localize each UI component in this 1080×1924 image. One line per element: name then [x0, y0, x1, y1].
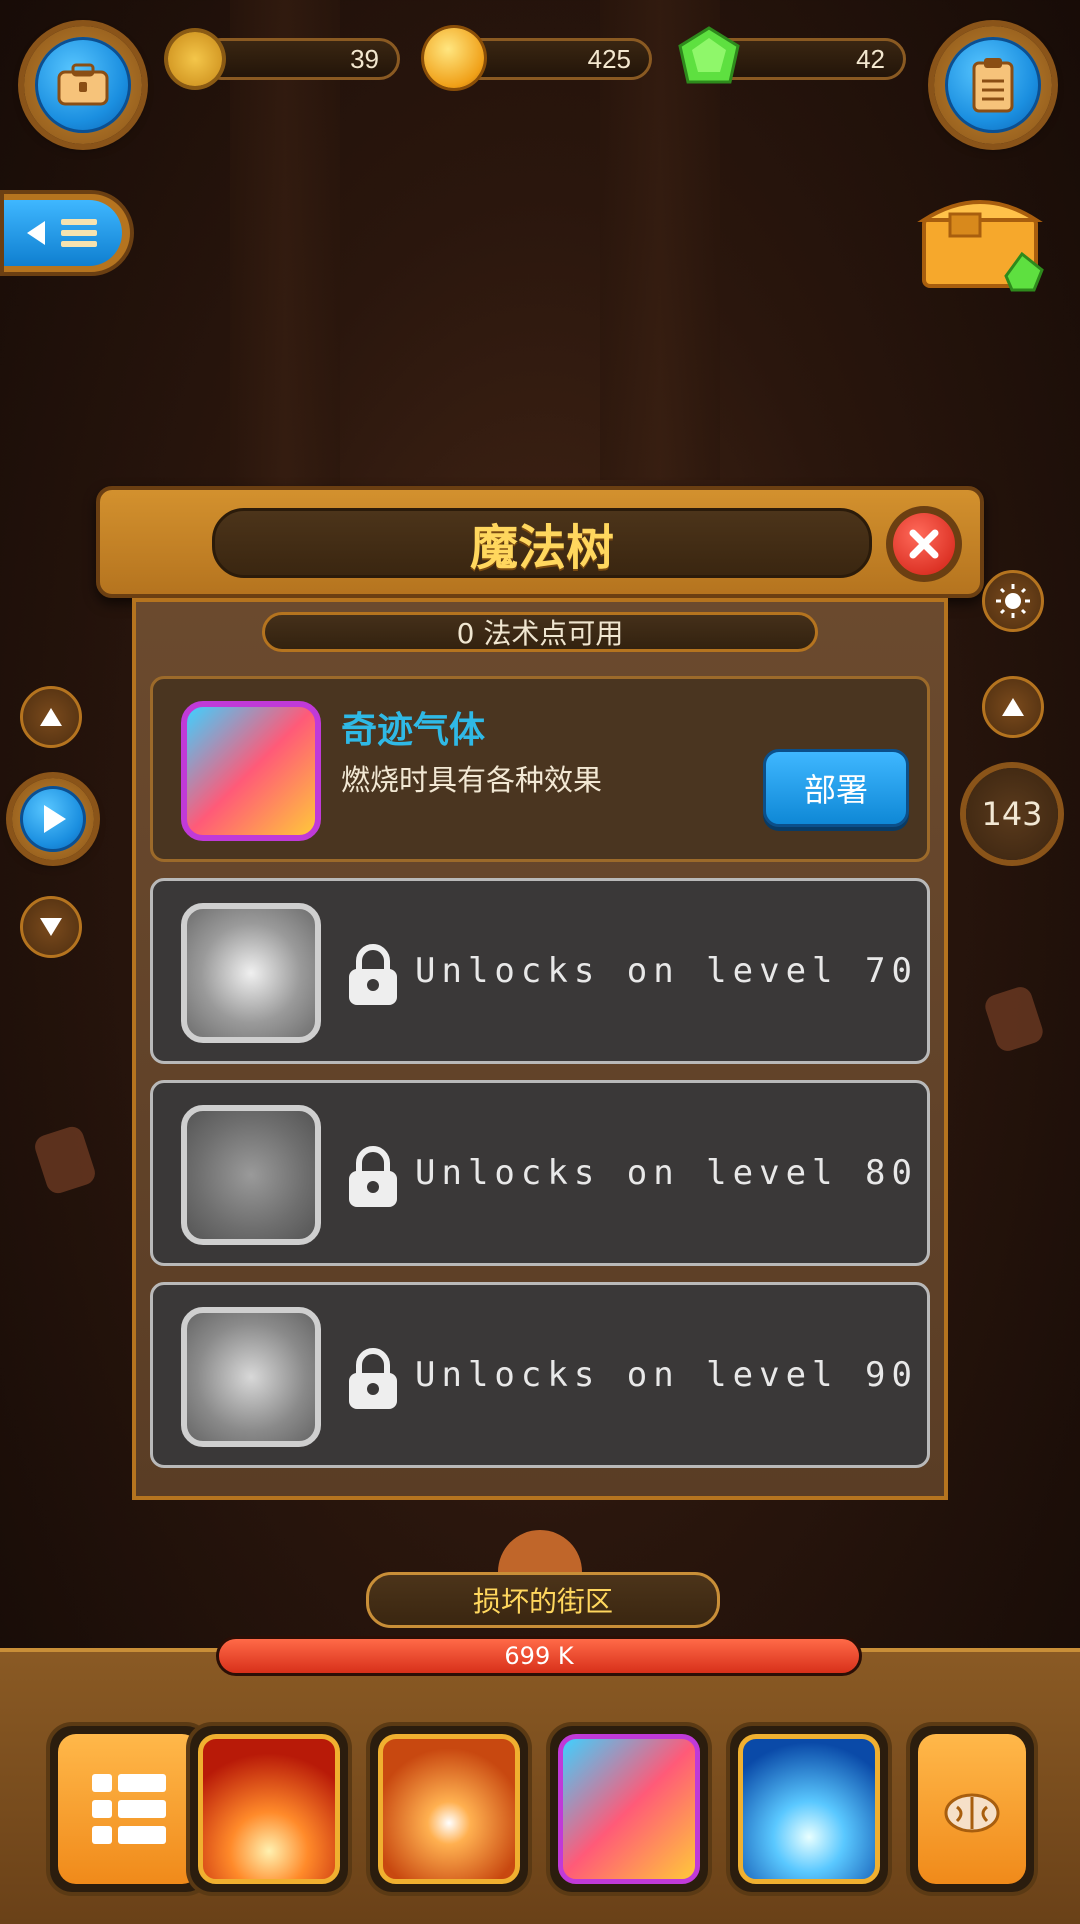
- skill-slot-meteor[interactable]: [370, 1726, 528, 1892]
- coin-icon: [424, 28, 484, 88]
- miracle-gas-icon: [181, 701, 321, 841]
- unlock-label: Unlocks on level 90: [415, 1355, 918, 1395]
- level-up-button[interactable]: [982, 676, 1044, 738]
- skill-name: 奇迹气体: [341, 710, 486, 751]
- skill-slot-ice[interactable]: [730, 1726, 888, 1892]
- unlock-label: Unlocks on level 80: [415, 1153, 918, 1193]
- skill-slot-fire-beam[interactable]: [190, 1726, 348, 1892]
- health-bar: 699 K: [216, 1636, 862, 1676]
- unlock-label: Unlocks on level 70: [415, 951, 918, 991]
- gears-value: 39: [350, 43, 379, 74]
- zone-name: 损坏的街区: [472, 1585, 613, 1618]
- gem-icon: [678, 26, 740, 84]
- fire-beam-icon: [198, 1734, 340, 1884]
- chevron-up-icon: [40, 708, 62, 726]
- skill-card-active[interactable]: 奇迹气体 燃烧时具有各种效果 部署: [150, 676, 930, 862]
- zone-name-plate: 损坏的街区: [366, 1572, 720, 1628]
- back-menu-button[interactable]: [0, 190, 134, 276]
- gems-value: 42: [856, 43, 885, 74]
- lightning-skill-icon: [181, 903, 321, 1043]
- skill-description: 燃烧时具有各种效果: [341, 763, 603, 797]
- miracle-gas-icon: [558, 1734, 700, 1884]
- skill-card-locked[interactable]: Unlocks on level 70: [150, 878, 930, 1064]
- play-icon: [20, 786, 86, 852]
- triple-lightning-skill-icon: [181, 1307, 321, 1447]
- coins-value: 425: [587, 43, 631, 74]
- briefcase-icon: [35, 37, 131, 133]
- lock-icon: [349, 944, 397, 1005]
- brain-icon: [918, 1734, 1026, 1884]
- sun-icon: [996, 584, 1030, 618]
- scroll-up-button[interactable]: [20, 686, 82, 748]
- skill-card-locked[interactable]: Unlocks on level 90: [150, 1282, 930, 1468]
- panel-title-text: 魔法树: [469, 520, 614, 576]
- deploy-button-label: 部署: [803, 771, 868, 809]
- skill-slot-miracle-gas[interactable]: [550, 1726, 708, 1892]
- bg-rock: [982, 984, 1046, 1054]
- brain-button[interactable]: [910, 1726, 1034, 1892]
- lock-icon: [349, 1348, 397, 1409]
- quests-button[interactable]: [934, 26, 1052, 144]
- meteor-icon: [378, 1734, 520, 1884]
- clipboard-icon: [945, 37, 1041, 133]
- lock-icon: [349, 1146, 397, 1207]
- health-text: 699 K: [504, 1642, 574, 1670]
- spell-points: 0 法术点可用: [262, 612, 818, 652]
- drone-skill-icon: [181, 1105, 321, 1245]
- deploy-button[interactable]: 部署: [763, 749, 909, 827]
- gears-counter: 39: [200, 38, 400, 80]
- close-button[interactable]: [886, 506, 962, 582]
- chevron-down-icon: [40, 918, 62, 936]
- list-icon: [58, 1734, 200, 1884]
- level-value: 143: [981, 795, 1043, 833]
- back-menu-icon: [4, 200, 122, 266]
- treasure-chest-icon[interactable]: [916, 184, 1050, 294]
- spell-points-text: 0 法术点可用: [456, 617, 624, 650]
- ice-icon: [738, 1734, 880, 1884]
- skill-card-locked[interactable]: Unlocks on level 80: [150, 1080, 930, 1266]
- inventory-button[interactable]: [24, 26, 142, 144]
- level-indicator: 143: [966, 768, 1058, 860]
- gear-currency-icon: [168, 32, 222, 86]
- chevron-up-icon: [1002, 698, 1024, 716]
- sun-button[interactable]: [982, 570, 1044, 632]
- list-button[interactable]: [50, 1726, 208, 1892]
- close-icon: [893, 513, 955, 575]
- panel-title: 魔法树: [212, 508, 872, 578]
- play-button[interactable]: [12, 778, 94, 860]
- bg-rock: [31, 1123, 99, 1197]
- scroll-down-button[interactable]: [20, 896, 82, 958]
